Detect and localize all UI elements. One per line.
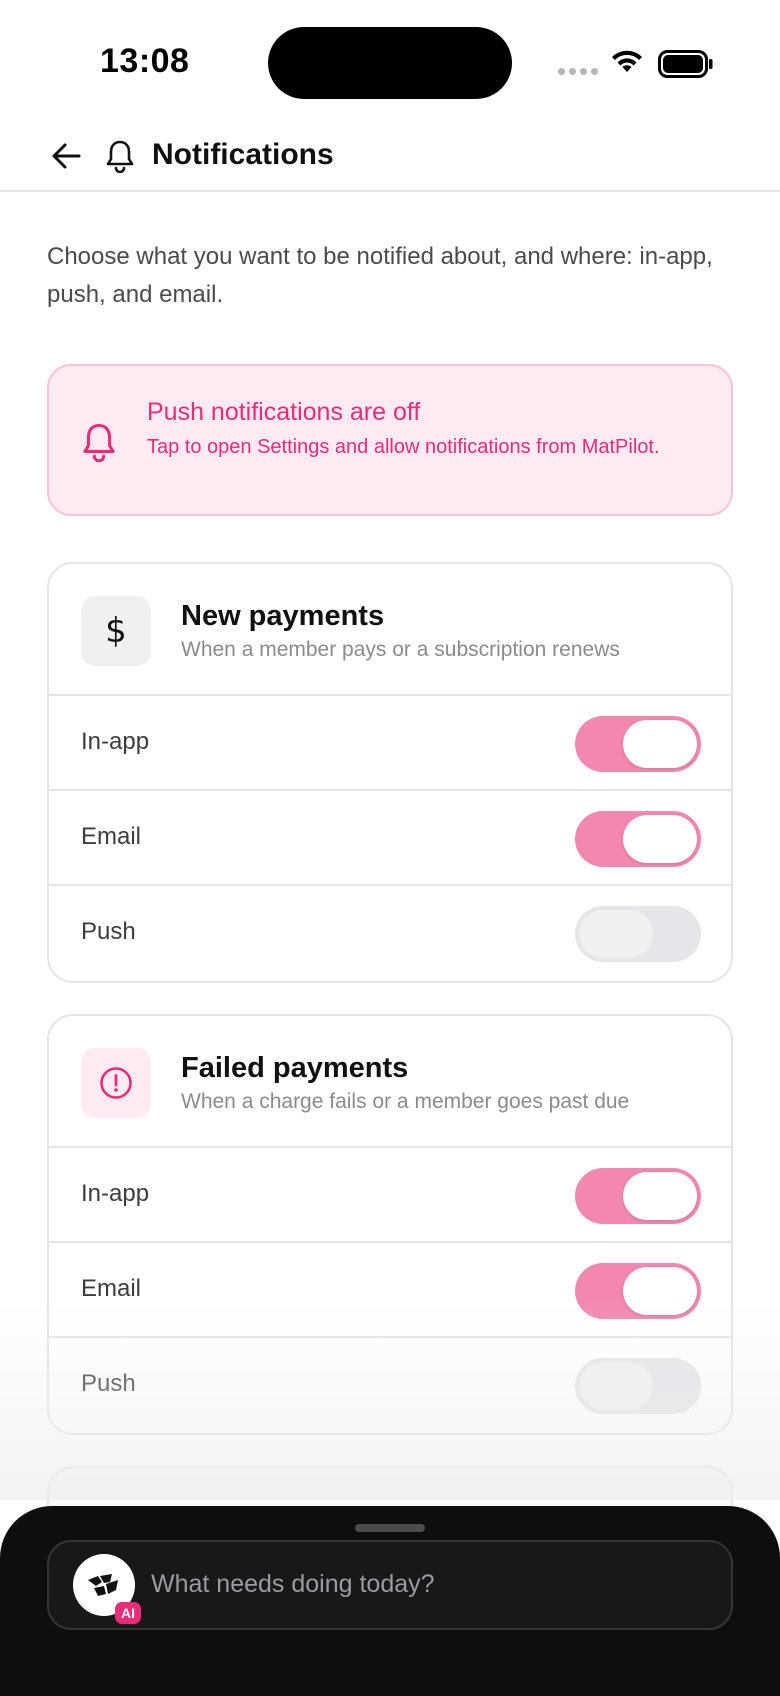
in-app-toggle[interactable] bbox=[575, 716, 701, 772]
in-app-toggle[interactable] bbox=[575, 1168, 701, 1224]
arrow-left-icon bbox=[52, 143, 81, 169]
dollar-icon: $ bbox=[81, 596, 151, 666]
setting-row-email: Email bbox=[49, 791, 731, 886]
setting-row-in-app: In-app bbox=[49, 1148, 731, 1243]
back-button[interactable] bbox=[46, 136, 86, 176]
toggle-knob bbox=[623, 1172, 697, 1220]
cellular-signal-icon bbox=[558, 68, 598, 75]
card-title: Failed payments bbox=[181, 1052, 409, 1084]
setting-row-push: Push bbox=[49, 886, 731, 981]
row-label: Email bbox=[81, 823, 142, 850]
push-off-banner[interactable]: Push notifications are off Tap to open S… bbox=[47, 364, 733, 516]
alert-circle-icon bbox=[81, 1048, 151, 1118]
wifi-icon bbox=[612, 50, 642, 72]
assistant-input[interactable]: AI What needs doing today? bbox=[47, 1540, 733, 1630]
sheet-grabber[interactable] bbox=[355, 1524, 425, 1532]
row-label: Push bbox=[81, 1370, 136, 1397]
failed-payments-card: Failed payments When a charge fails or a… bbox=[47, 1014, 733, 1435]
card-header: $ New payments When a member pays or a s… bbox=[49, 564, 731, 696]
card-subtitle: When a charge fails or a member goes pas… bbox=[181, 1090, 630, 1113]
toggle-knob bbox=[579, 1362, 653, 1410]
toggle-knob bbox=[579, 910, 653, 958]
navigation-bar: Notifications bbox=[0, 120, 780, 192]
push-toggle[interactable] bbox=[575, 906, 701, 962]
bell-icon bbox=[83, 424, 115, 462]
intro-text: Choose what you want to be notified abou… bbox=[47, 243, 713, 308]
setting-row-push: Push bbox=[49, 1338, 731, 1433]
toggle-knob bbox=[623, 815, 697, 863]
push-toggle[interactable] bbox=[575, 1358, 701, 1414]
ai-badge: AI bbox=[115, 1602, 141, 1624]
toggle-knob bbox=[623, 720, 697, 768]
status-time: 13:08 bbox=[100, 42, 190, 80]
row-label: In-app bbox=[81, 1180, 150, 1207]
bell-icon bbox=[100, 136, 140, 176]
page-title: Notifications bbox=[152, 138, 334, 171]
toggle-knob bbox=[623, 1267, 697, 1315]
row-label: Push bbox=[81, 918, 136, 945]
email-toggle[interactable] bbox=[575, 811, 701, 867]
setting-row-in-app: In-app bbox=[49, 696, 731, 791]
email-toggle[interactable] bbox=[575, 1263, 701, 1319]
banner-text: Tap to open Settings and allow notificat… bbox=[147, 436, 660, 458]
setting-row-email: Email bbox=[49, 1243, 731, 1338]
status-bar: 13:08 bbox=[0, 0, 780, 120]
banner-title: Push notifications are off bbox=[147, 398, 421, 426]
assistant-placeholder: What needs doing today? bbox=[151, 1570, 435, 1598]
card-title: New payments bbox=[181, 600, 385, 632]
battery-icon bbox=[658, 50, 713, 78]
row-label: In-app bbox=[81, 728, 150, 755]
card-subtitle: When a member pays or a subscription ren… bbox=[181, 638, 620, 661]
dynamic-island bbox=[268, 27, 512, 99]
row-label: Email bbox=[81, 1275, 142, 1302]
new-payments-card: $ New payments When a member pays or a s… bbox=[47, 562, 733, 983]
card-header: Failed payments When a charge fails or a… bbox=[49, 1016, 731, 1148]
assistant-sheet: AI What needs doing today? bbox=[0, 1506, 780, 1696]
